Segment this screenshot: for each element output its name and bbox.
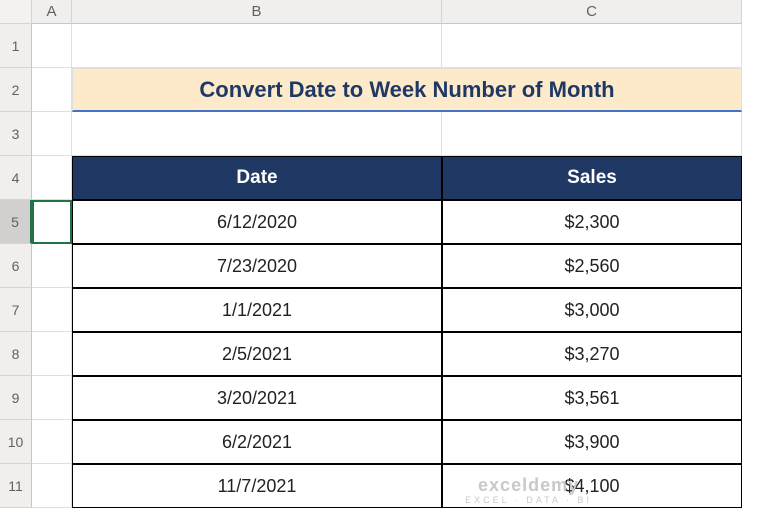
cell-a3[interactable] xyxy=(32,112,72,156)
row-header-11[interactable]: 11 xyxy=(0,464,32,508)
cell-a1[interactable] xyxy=(32,24,72,68)
row-header-5[interactable]: 5 xyxy=(0,200,32,244)
cell-a11[interactable] xyxy=(32,464,72,508)
row-header-2[interactable]: 2 xyxy=(0,68,32,112)
cell-date-2[interactable]: 1/1/2021 xyxy=(72,288,442,332)
cell-a4[interactable] xyxy=(32,156,72,200)
cell-date-5[interactable]: 6/2/2021 xyxy=(72,420,442,464)
table-header-date[interactable]: Date xyxy=(72,156,442,200)
cell-a9[interactable] xyxy=(32,376,72,420)
col-header-c[interactable]: C xyxy=(442,0,742,24)
cell-sales-3[interactable]: $3,270 xyxy=(442,332,742,376)
cell-a8[interactable] xyxy=(32,332,72,376)
cell-c3[interactable] xyxy=(442,112,742,156)
row-header-1[interactable]: 1 xyxy=(0,24,32,68)
row-header-3[interactable]: 3 xyxy=(0,112,32,156)
cell-a7[interactable] xyxy=(32,288,72,332)
cell-sales-2[interactable]: $3,000 xyxy=(442,288,742,332)
select-all-corner[interactable] xyxy=(0,0,32,24)
row-header-10[interactable]: 10 xyxy=(0,420,32,464)
cell-c1[interactable] xyxy=(442,24,742,68)
cell-sales-6[interactable]: $4,100 xyxy=(442,464,742,508)
cell-sales-0[interactable]: $2,300 xyxy=(442,200,742,244)
cell-a2[interactable] xyxy=(32,68,72,112)
table-header-sales[interactable]: Sales xyxy=(442,156,742,200)
cell-a5[interactable] xyxy=(32,200,72,244)
cell-sales-4[interactable]: $3,561 xyxy=(442,376,742,420)
cell-date-4[interactable]: 3/20/2021 xyxy=(72,376,442,420)
cell-a6[interactable] xyxy=(32,244,72,288)
row-header-9[interactable]: 9 xyxy=(0,376,32,420)
cell-date-1[interactable]: 7/23/2020 xyxy=(72,244,442,288)
cell-date-3[interactable]: 2/5/2021 xyxy=(72,332,442,376)
spreadsheet-grid: A B C 1 2 Convert Date to Week Number of… xyxy=(0,0,767,508)
cell-sales-1[interactable]: $2,560 xyxy=(442,244,742,288)
cell-a10[interactable] xyxy=(32,420,72,464)
cell-b1[interactable] xyxy=(72,24,442,68)
row-header-4[interactable]: 4 xyxy=(0,156,32,200)
cell-date-0[interactable]: 6/12/2020 xyxy=(72,200,442,244)
cell-sales-5[interactable]: $3,900 xyxy=(442,420,742,464)
col-header-a[interactable]: A xyxy=(32,0,72,24)
col-header-b[interactable]: B xyxy=(72,0,442,24)
row-header-6[interactable]: 6 xyxy=(0,244,32,288)
cell-date-6[interactable]: 11/7/2021 xyxy=(72,464,442,508)
row-header-7[interactable]: 7 xyxy=(0,288,32,332)
title-cell[interactable]: Convert Date to Week Number of Month xyxy=(72,68,742,112)
row-header-8[interactable]: 8 xyxy=(0,332,32,376)
cell-b3[interactable] xyxy=(72,112,442,156)
